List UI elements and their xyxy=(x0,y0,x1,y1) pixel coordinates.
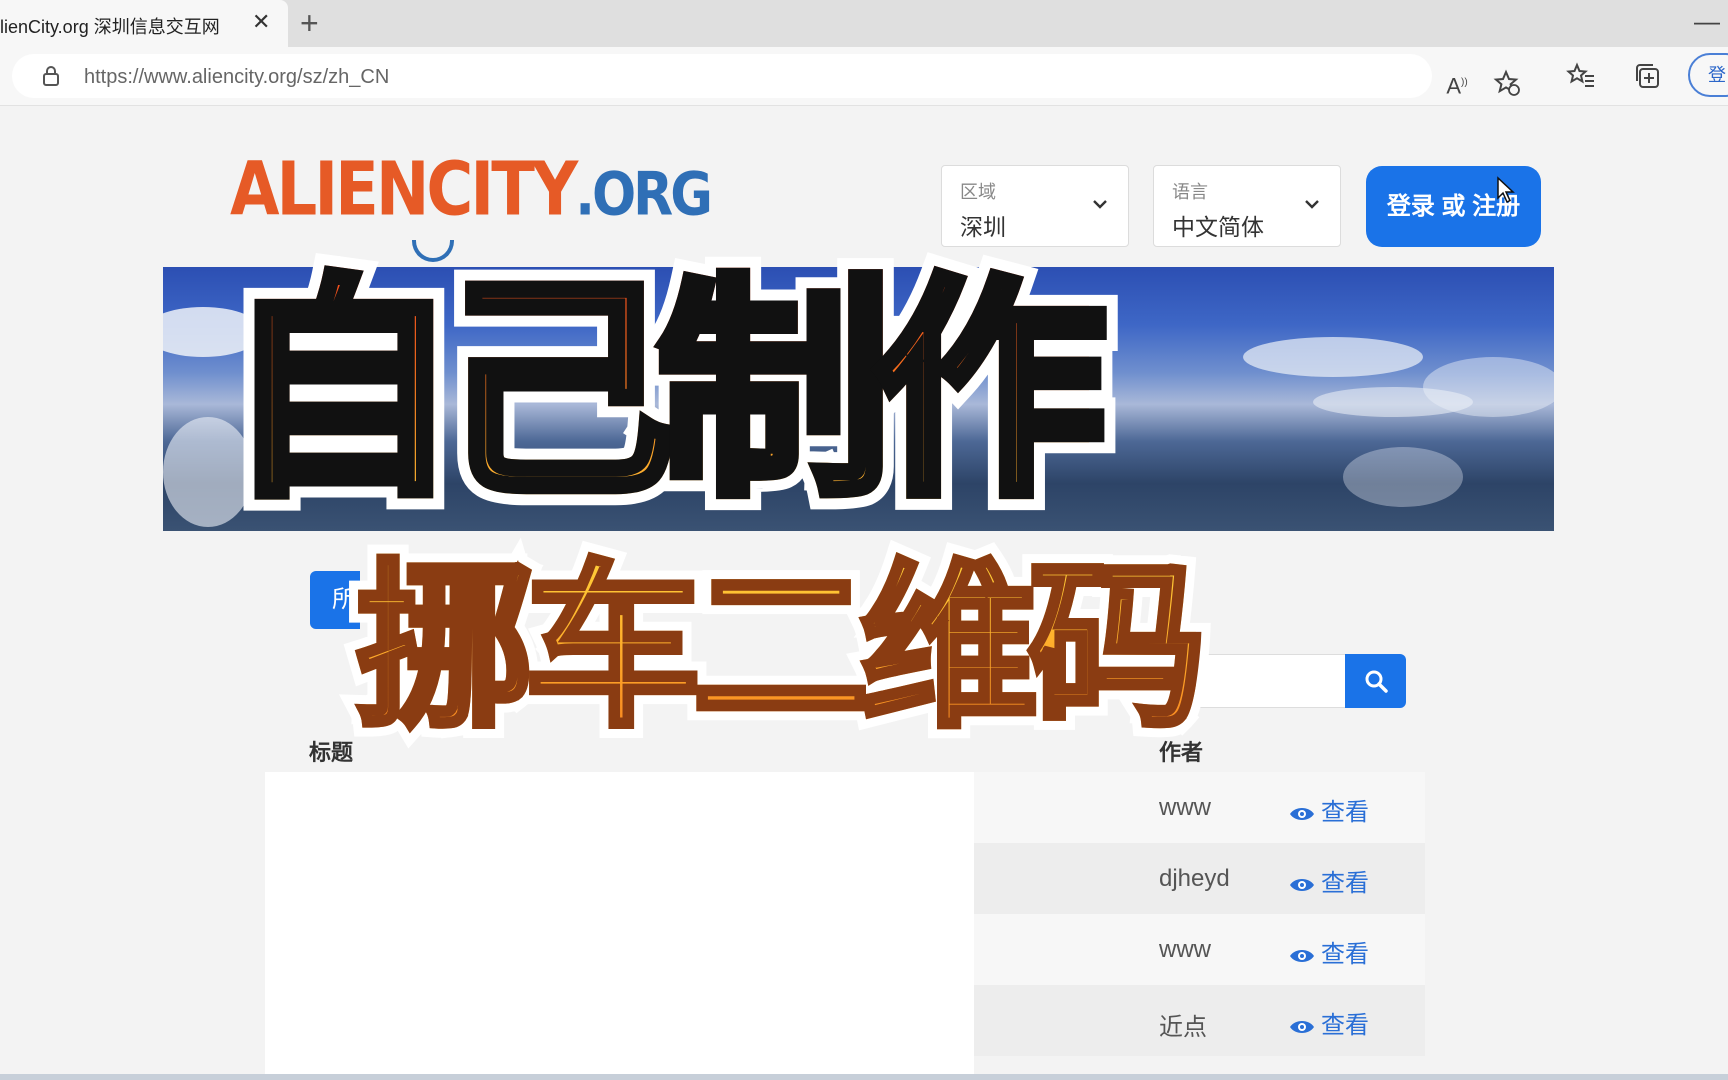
overlay-title-line1: 自己制作 xyxy=(220,256,1112,528)
overlay-title-line2: 挪车二维码 xyxy=(353,544,1209,751)
view-link-label: 查看 xyxy=(1321,941,1369,968)
site-logo[interactable]: ALIENCITY.ORG xyxy=(230,148,713,262)
row-author: www xyxy=(1159,936,1211,963)
eye-icon xyxy=(1290,949,1314,962)
eye-icon xyxy=(1290,1020,1314,1033)
read-aloud-icon[interactable]: A)) xyxy=(1442,68,1472,98)
view-link-label: 查看 xyxy=(1321,1012,1369,1039)
region-value: 深圳 xyxy=(960,214,1006,240)
mouse-cursor-icon xyxy=(1497,176,1515,204)
new-tab-icon[interactable]: + xyxy=(300,6,319,40)
tab-strip: lienCity.org 深圳信息交互网 ✕ + — xyxy=(0,0,1728,47)
column-header-title: 标题 xyxy=(309,740,354,765)
category-filter-button[interactable]: 所 xyxy=(310,571,360,629)
language-label: 语言 xyxy=(1172,182,1208,202)
browser-toolbar: https://www.aliencity.org/sz/zh_CN A)) 登 xyxy=(0,47,1728,106)
tab-title: lienCity.org 深圳信息交互网 xyxy=(0,17,220,37)
view-link[interactable]: 查看 xyxy=(1289,1005,1369,1040)
region-select[interactable]: 区域 深圳 xyxy=(941,165,1129,247)
language-select[interactable]: 语言 中文简体 xyxy=(1153,165,1341,247)
chevron-down-icon xyxy=(1093,200,1107,209)
taskbar-edge xyxy=(0,1074,1728,1080)
row-author: www xyxy=(1159,794,1211,821)
search-icon xyxy=(1365,670,1388,693)
collections-icon[interactable] xyxy=(1632,61,1662,91)
browser-tab[interactable]: lienCity.org 深圳信息交互网 ✕ xyxy=(0,0,288,47)
window-minimize-icon[interactable]: — xyxy=(1694,6,1720,37)
chevron-down-icon xyxy=(1305,200,1319,209)
view-link-label: 查看 xyxy=(1321,870,1369,897)
url-text[interactable]: https://www.aliencity.org/sz/zh_CN xyxy=(84,66,389,89)
region-label: 区域 xyxy=(960,182,996,202)
search-button[interactable] xyxy=(1345,654,1406,708)
view-link[interactable]: 查看 xyxy=(1289,934,1369,969)
add-favorite-icon[interactable] xyxy=(1492,68,1522,98)
language-value: 中文简体 xyxy=(1172,214,1264,240)
column-header-author: 作者 xyxy=(1159,740,1204,765)
row-author: 近点 xyxy=(1159,1014,1207,1041)
logo-suffix-text: .ORG xyxy=(575,160,713,230)
lock-icon xyxy=(43,66,59,86)
tab-close-icon[interactable]: ✕ xyxy=(252,11,270,33)
row-author: djheyd xyxy=(1159,865,1230,892)
view-link[interactable]: 查看 xyxy=(1289,863,1369,898)
favorites-icon[interactable] xyxy=(1566,61,1596,91)
profile-signin-button[interactable]: 登 xyxy=(1688,53,1728,97)
logo-wordmark: ALIENCITY.ORG xyxy=(230,148,713,234)
redacted-title-area xyxy=(265,772,974,1080)
eye-icon xyxy=(1290,807,1314,820)
address-bar[interactable]: https://www.aliencity.org/sz/zh_CN A)) xyxy=(12,54,1520,98)
view-link[interactable]: 查看 xyxy=(1289,792,1369,827)
eye-icon xyxy=(1290,878,1314,891)
logo-main-text: ALIENCITY xyxy=(230,148,578,234)
view-link-label: 查看 xyxy=(1321,799,1369,826)
